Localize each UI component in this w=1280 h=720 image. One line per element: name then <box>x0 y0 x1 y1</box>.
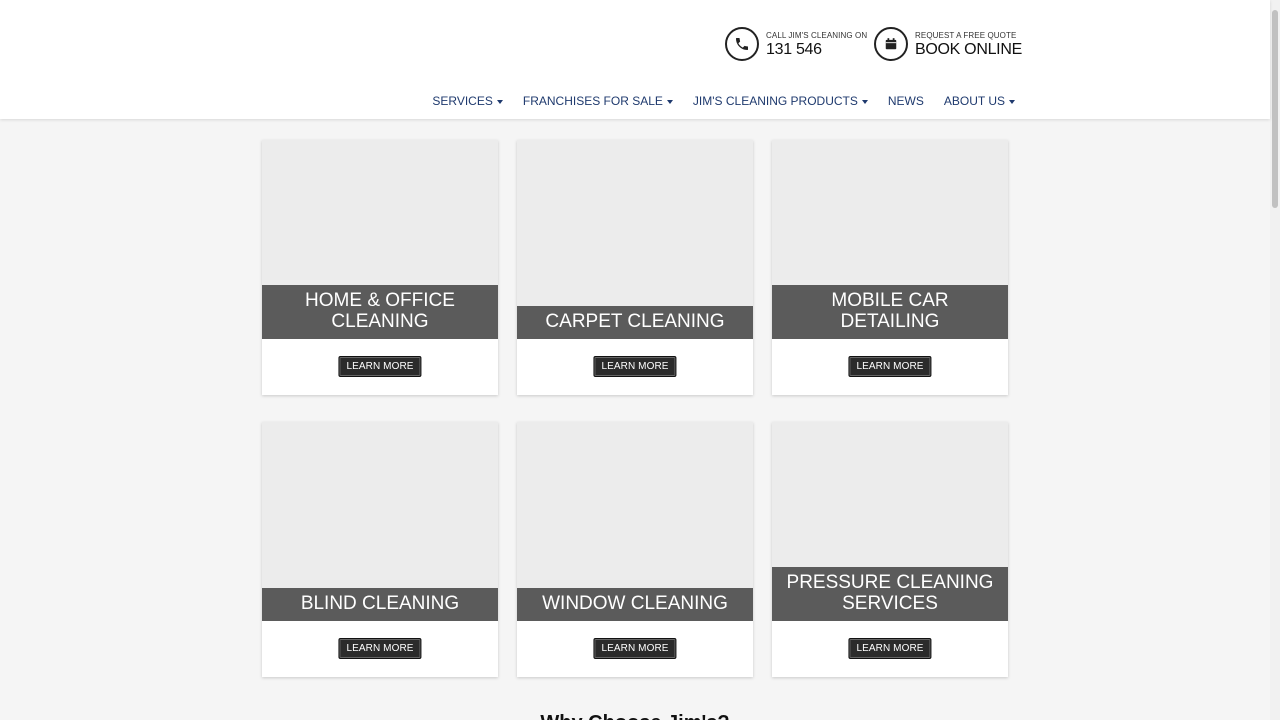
learn-more-button[interactable]: LEARN MORE <box>338 638 422 659</box>
section-heading: Why Choose Jim's? <box>0 712 1270 720</box>
service-card-car-detailing: MOBILE CAR DETAILING LEARN MORE <box>772 140 1008 395</box>
learn-more-button[interactable]: LEARN MORE <box>848 356 932 377</box>
learn-more-button[interactable]: LEARN MORE <box>593 638 677 659</box>
nav-products[interactable]: JIM'S CLEANING PRODUCTS <box>693 94 868 108</box>
nav-about-label: ABOUT US <box>943 94 1005 108</box>
call-text: CALL JIM'S CLEANING ON 131 546 <box>766 29 867 59</box>
service-card-pressure: PRESSURE CLEANING SERVICES LEARN MORE <box>772 422 1008 677</box>
nav-news[interactable]: NEWS <box>888 94 924 108</box>
nav-franchises[interactable]: FRANCHISES FOR SALE <box>523 94 673 108</box>
nav-news-label: NEWS <box>887 94 924 108</box>
book-contact[interactable]: REQUEST A FREE QUOTE BOOK ONLINE <box>874 27 1022 61</box>
caret-down-icon <box>496 99 503 104</box>
service-title: BLIND CLEANING <box>262 588 498 621</box>
service-title: PRESSURE CLEANING SERVICES <box>772 567 1008 621</box>
call-caption: CALL JIM'S CLEANING ON <box>766 31 868 40</box>
nav-services-label: SERVICES <box>432 94 493 108</box>
scrollbar-thumb[interactable] <box>1272 10 1278 208</box>
phone-icon <box>725 27 759 61</box>
phone-number[interactable]: 131 546 <box>766 41 867 59</box>
service-card-home-office: HOME & OFFICE CLEANING LEARN MORE <box>262 140 498 395</box>
nav-about[interactable]: ABOUT US <box>944 94 1015 108</box>
service-title: WINDOW CLEANING <box>517 588 753 621</box>
book-online-link[interactable]: BOOK ONLINE <box>915 41 1022 59</box>
caret-down-icon <box>666 99 673 104</box>
book-text: REQUEST A FREE QUOTE BOOK ONLINE <box>915 29 1022 59</box>
calendar-icon <box>874 27 908 61</box>
service-title: HOME & OFFICE CLEANING <box>262 285 498 339</box>
caret-down-icon <box>861 99 868 104</box>
learn-more-button[interactable]: LEARN MORE <box>593 356 677 377</box>
learn-more-button[interactable]: LEARN MORE <box>338 356 422 377</box>
service-card-blind: BLIND CLEANING LEARN MORE <box>262 422 498 677</box>
nav-services[interactable]: SERVICES <box>432 94 503 108</box>
service-card-carpet: CARPET CLEANING LEARN MORE <box>517 140 753 395</box>
scrollbar[interactable] <box>1270 0 1280 720</box>
call-contact[interactable]: CALL JIM'S CLEANING ON 131 546 <box>725 27 867 61</box>
service-title: CARPET CLEANING <box>517 306 753 339</box>
learn-more-button[interactable]: LEARN MORE <box>848 638 932 659</box>
caret-down-icon <box>1009 99 1015 104</box>
nav-products-label: JIM'S CLEANING PRODUCTS <box>692 94 858 108</box>
service-card-window: WINDOW CLEANING LEARN MORE <box>517 422 753 677</box>
nav-franchises-label: FRANCHISES FOR SALE <box>522 94 663 108</box>
main-nav: SERVICES FRANCHISES FOR SALE JIM'S CLEAN… <box>432 94 1015 108</box>
site-header: CALL JIM'S CLEANING ON 131 546 REQUEST A… <box>0 0 1270 119</box>
service-title: MOBILE CAR DETAILING <box>772 285 1008 339</box>
quote-caption: REQUEST A FREE QUOTE <box>915 31 1017 40</box>
